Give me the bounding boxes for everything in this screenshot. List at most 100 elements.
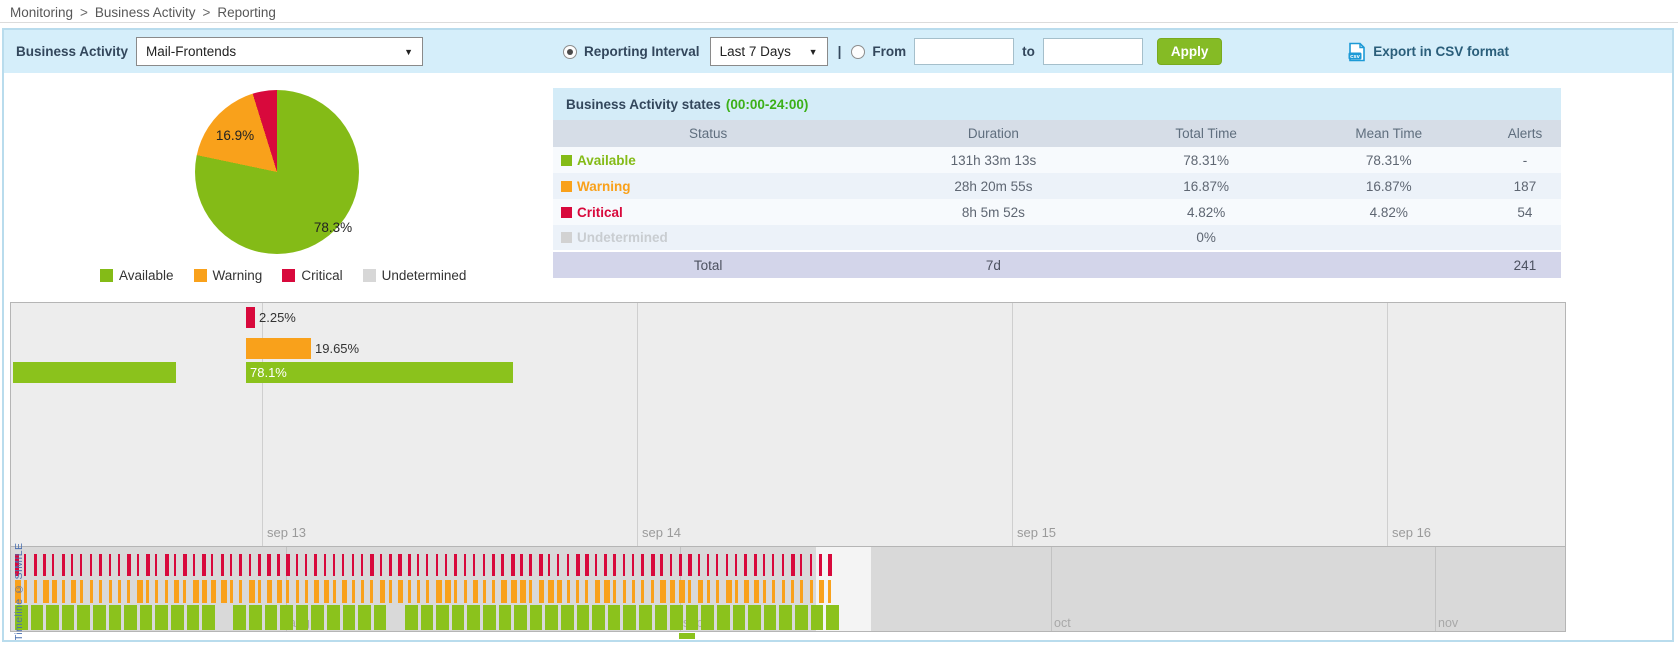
toolbar-separator: | [838, 44, 842, 59]
breadcrumb-separator: > [202, 5, 210, 20]
legend-item-warning: Warning [194, 268, 263, 283]
timeline-event-tick-available [733, 605, 746, 630]
timeline-event-tick-critical [352, 554, 354, 576]
timeline-event-tick-critical [707, 554, 709, 576]
column-header-duration: Duration [863, 120, 1123, 147]
timeline-event-tick-critical [127, 554, 131, 576]
states-table-header-row: StatusDurationTotal TimeMean TimeAlerts [553, 120, 1561, 147]
business-activity-select[interactable]: Mail-Frontends ▼ [136, 37, 423, 66]
timeline-event-tick-warning [277, 580, 282, 603]
from-date-input[interactable] [914, 38, 1014, 65]
breadcrumb-item-reporting[interactable]: Reporting [217, 5, 276, 20]
total-total-time-cell [1124, 251, 1289, 278]
timeline-bar-value: 78.1% [250, 362, 287, 383]
legend-item-available: Available [100, 268, 174, 283]
states-table: Business Activity states (00:00-24:00) S… [553, 88, 1561, 278]
timeline-event-tick-warning [782, 580, 785, 603]
timeline-event-tick-warning [155, 580, 158, 603]
timeline-event-tick-warning [473, 580, 478, 603]
reporting-interval-value: Last 7 Days [720, 44, 791, 59]
duration-cell: 131h 33m 13s [863, 147, 1123, 173]
timeline-main-band[interactable]: sep 13sep 14sep 15sep 162.25%19.65%78.1% [10, 302, 1566, 546]
mean-time-cell: 4.82% [1289, 199, 1489, 225]
timeline-bar-warning[interactable] [246, 338, 311, 359]
timeline-event-tick-critical [277, 554, 280, 576]
timeline-event-tick-warning [576, 580, 579, 603]
chevron-down-icon: ▼ [797, 47, 818, 57]
timeline-event-tick-warning [501, 580, 507, 603]
timeline-event-tick-available [764, 605, 777, 630]
timeline-overflow-tick [679, 633, 695, 639]
timeline-month-label: nov [1438, 616, 1458, 630]
mean-time-cell [1289, 225, 1489, 251]
alerts-cell: - [1489, 147, 1561, 173]
timeline-event-tick-critical [62, 554, 65, 576]
legend-label: Warning [213, 268, 263, 283]
timeline-event-tick-critical [688, 554, 692, 576]
column-header-alerts: Alerts [1489, 120, 1561, 147]
timeline-event-tick-critical [473, 554, 475, 576]
timeline-event-tick-available [265, 605, 278, 630]
breadcrumb-item-monitoring[interactable]: Monitoring [10, 5, 73, 20]
timeline-event-tick-warning [454, 580, 457, 603]
to-date-input[interactable] [1043, 38, 1143, 65]
timeline-event-tick-warning [595, 580, 600, 603]
timeline-event-tick-critical [71, 554, 73, 576]
table-row: Available131h 33m 13s78.31%78.31%- [553, 147, 1561, 173]
timeline-event-tick-available [701, 605, 714, 630]
timeline-event-tick-critical [165, 554, 169, 576]
timeline-event-tick-available [202, 605, 215, 630]
status-swatch [561, 181, 572, 192]
timeline-event-tick-available [577, 605, 590, 630]
timeline-event-tick-warning [389, 580, 392, 603]
timeline-event-tick-critical [772, 554, 774, 576]
legend-label: Undetermined [382, 268, 467, 283]
timeline-event-tick-warning [604, 580, 610, 603]
timeline-event-tick-critical [155, 554, 157, 576]
timeline-event-tick-critical [43, 554, 46, 576]
timeline-bar-available[interactable] [13, 362, 176, 383]
timeline-event-tick-critical [679, 554, 682, 576]
timeline-event-tick-warning [305, 580, 308, 603]
timeline-event-tick-warning [118, 580, 121, 603]
from-label: From [872, 44, 906, 59]
timeline-event-tick-critical [445, 554, 447, 576]
timeline-event-tick-warning [763, 580, 766, 603]
timeline-event-tick-critical [539, 554, 543, 576]
reporting-interval-select[interactable]: Last 7 Days ▼ [710, 37, 828, 66]
page: Monitoring>Business Activity>Reporting B… [0, 0, 1678, 646]
timeline-event-tick-warning [146, 580, 149, 603]
column-header-mean-time: Mean Time [1289, 120, 1489, 147]
timeline-event-tick-critical [828, 554, 832, 576]
timeline-event-tick-critical [202, 554, 206, 576]
timeline-event-tick-warning [632, 580, 635, 603]
timeline-event-tick-warning [511, 580, 517, 603]
timeline-event-tick-warning [352, 580, 355, 603]
apply-button[interactable]: Apply [1157, 38, 1223, 65]
timeline-event-tick-warning [436, 580, 442, 603]
timeline-month-gridline [1435, 547, 1436, 631]
timeline-event-tick-warning [211, 580, 216, 603]
timeline-event-tick-critical [34, 554, 37, 576]
timeline-event-tick-critical [595, 554, 597, 576]
timeline-watermark: Timeline © SIMILE [13, 513, 25, 641]
timeline-event-tick-warning [585, 580, 588, 603]
timeline-overview-band[interactable]: augsepoctnov [10, 546, 1566, 632]
timeline-event-tick-warning [249, 580, 255, 603]
legend-label: Critical [301, 268, 342, 283]
timeline-event-tick-available [499, 605, 512, 630]
duration-cell: 28h 20m 55s [863, 173, 1123, 199]
timeline-bar-critical[interactable] [246, 307, 255, 328]
export-csv-link[interactable]: csv Export in CSV format [1347, 42, 1509, 62]
breadcrumb-item-business-activity[interactable]: Business Activity [95, 5, 196, 20]
timeline-event-tick-critical [361, 554, 363, 576]
timeline-day-label: sep 15 [1017, 525, 1056, 540]
custom-period-radio[interactable] [851, 45, 865, 59]
timeline-event-tick-warning [398, 580, 403, 603]
timeline-event-tick-critical [324, 554, 326, 576]
timeline-event-tick-warning [688, 580, 691, 603]
timeline-event-tick-critical [137, 554, 139, 576]
timeline-event-tick-warning [800, 580, 803, 603]
reporting-interval-radio[interactable] [563, 45, 577, 59]
timeline-viewport-highlight[interactable] [816, 547, 871, 631]
